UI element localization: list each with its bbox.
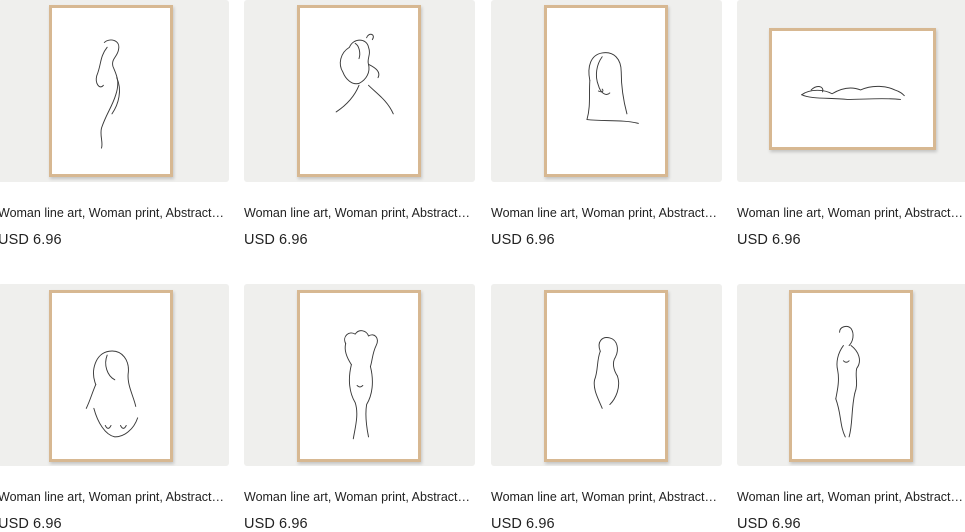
listing-price: USD 6.96 [244, 516, 308, 532]
listing-price: USD 6.96 [244, 232, 308, 248]
woman-arms-raised-line-art-icon [297, 290, 421, 462]
listing-image[interactable] [244, 0, 475, 182]
listing-title[interactable]: Woman line art, Woman print, Abstract wo… [737, 490, 965, 504]
listing-image[interactable] [244, 284, 475, 466]
woman-face-bun-line-art-icon [297, 5, 421, 177]
listing-title[interactable]: Woman line art, Woman print, Abstract wo… [0, 206, 227, 220]
listing-title[interactable]: Woman line art, Woman print, Abstract wo… [737, 206, 965, 220]
listing-price: USD 6.96 [491, 516, 555, 532]
listing-title[interactable]: Woman line art, Woman print, Abstract wo… [491, 490, 720, 504]
listing-price: USD 6.96 [0, 232, 62, 248]
listing-title[interactable]: Woman line art, Woman print, Abstract wo… [0, 490, 227, 504]
woman-standing-figure-line-art-icon [789, 290, 913, 462]
listing-title[interactable]: Woman line art, Woman print, Abstract wo… [244, 490, 473, 504]
listing-image[interactable] [0, 0, 229, 182]
listing-image[interactable] [737, 284, 965, 466]
listing-price: USD 6.96 [737, 232, 801, 248]
listing-grid: Woman line art, Woman print, Abstract wo… [0, 0, 965, 532]
woman-silhouette-line-art-icon [49, 5, 173, 177]
listing-image[interactable] [0, 284, 229, 466]
listing-image[interactable] [737, 0, 965, 182]
listing-title[interactable]: Woman line art, Woman print, Abstract wo… [491, 206, 720, 220]
listing-title[interactable]: Woman line art, Woman print, Abstract wo… [244, 206, 473, 220]
woman-face-line-art-icon [544, 5, 668, 177]
woman-bust-line-art-icon [49, 290, 173, 462]
listing-price: USD 6.96 [491, 232, 555, 248]
listing-image[interactable] [491, 284, 722, 466]
listing-image[interactable] [491, 0, 722, 182]
listing-price: USD 6.96 [737, 516, 801, 532]
reclining-woman-line-art-icon [769, 28, 936, 150]
listing-price: USD 6.96 [0, 516, 62, 532]
woman-profile-line-art-icon [544, 290, 668, 462]
